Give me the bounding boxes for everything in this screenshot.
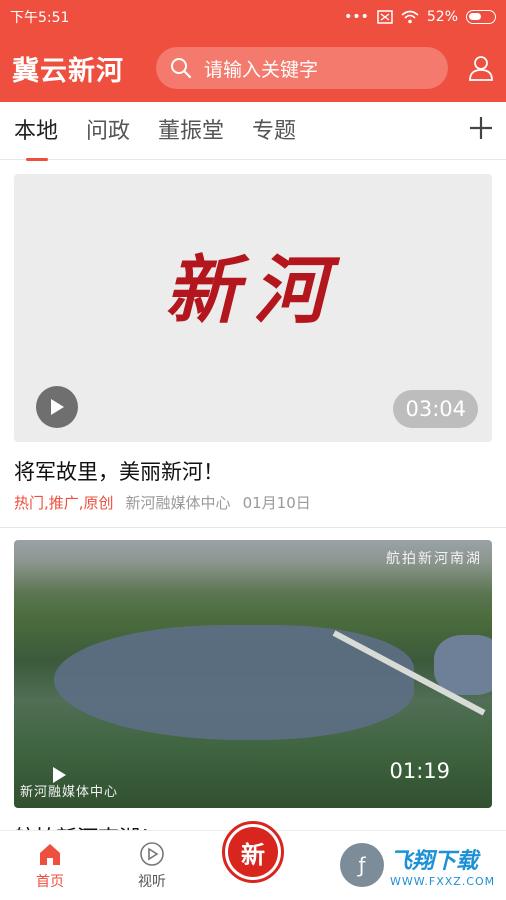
sim-icon xyxy=(377,10,393,24)
video-thumbnail[interactable]: 新河 03:04 xyxy=(14,174,492,442)
watermark-url: WWW.FXXZ.COM xyxy=(390,874,496,888)
center-logo-button[interactable]: 新 xyxy=(222,821,284,883)
lake-shape xyxy=(54,625,414,740)
status-bar: 下午5:51 ••• 52% xyxy=(0,0,506,34)
feed-item-date: 01月10日 xyxy=(242,494,311,512)
video-source-caption: 新河融媒体中心 xyxy=(20,785,119,800)
wifi-icon xyxy=(401,10,419,24)
video-duration: 03:04 xyxy=(393,390,478,428)
divider xyxy=(0,527,506,528)
nav-video-label: 视听 xyxy=(138,874,166,890)
video-caption: 航拍新河南湖 xyxy=(386,551,482,567)
feed-item-meta: 热门,推广,原创 新河融媒体中心 01月10日 xyxy=(14,492,492,513)
nav-home[interactable]: 首页 xyxy=(20,841,80,891)
nav-home-label: 首页 xyxy=(36,874,64,890)
add-icon[interactable] xyxy=(468,115,494,141)
feed-item-tags: 热门,推广,原创 xyxy=(14,494,114,512)
video-thumbnail[interactable]: 航拍新河南湖 新河融媒体中心 01:19 xyxy=(14,540,492,808)
app-header: 冀云新河 请输入关键字 xyxy=(0,34,506,102)
video-icon xyxy=(140,842,164,866)
tab-inquiry[interactable]: 问政 xyxy=(86,113,130,149)
feed-item-source: 新河融媒体中心 xyxy=(125,494,231,512)
feed-item-title[interactable]: 将军故里，美丽新河！ xyxy=(14,456,492,486)
bottom-navigation: 首页 视听 新 ƒ 飞翔下载 WWW.FXXZ.COM xyxy=(0,821,506,900)
video-duration: 01:19 xyxy=(389,759,450,783)
nav-video[interactable]: 视听 xyxy=(122,841,182,891)
category-tabs: 本地 问政 董振堂 专题 xyxy=(0,102,506,161)
search-icon xyxy=(171,58,192,79)
tab-local[interactable]: 本地 xyxy=(14,113,58,161)
feed-item[interactable]: 新河 03:04 将军故里，美丽新河！ 热门,推广,原创 新河融媒体中心 01月… xyxy=(0,174,506,528)
center-logo: 新 xyxy=(228,827,278,877)
news-feed: 新河 03:04 将军故里，美丽新河！ 热门,推广,原创 新河融媒体中心 01月… xyxy=(0,160,506,830)
watermark-text: 飞翔下载 xyxy=(390,848,479,874)
status-indicators: ••• 52% xyxy=(344,9,496,25)
tab-dong-zhentang[interactable]: 董振堂 xyxy=(158,113,224,149)
play-icon[interactable] xyxy=(50,766,68,784)
site-watermark: ƒ 飞翔下载 WWW.FXXZ.COM xyxy=(336,835,502,895)
play-icon xyxy=(51,399,64,415)
app-brand: 冀云新河 xyxy=(12,55,124,87)
lake-shape xyxy=(434,635,492,695)
status-time: 下午5:51 xyxy=(10,10,70,26)
feed-item[interactable]: 航拍新河南湖 新河融媒体中心 01:19 航拍新河南湖！ xyxy=(14,540,492,830)
battery-icon xyxy=(466,10,496,24)
play-button[interactable] xyxy=(36,386,78,428)
watermark-logo-icon: ƒ xyxy=(340,843,384,887)
search-bar[interactable]: 请输入关键字 xyxy=(156,47,448,89)
thumbnail-calligraphy: 新河 xyxy=(165,247,341,334)
search-placeholder: 请输入关键字 xyxy=(204,58,319,81)
more-dots-icon: ••• xyxy=(344,9,369,25)
user-icon[interactable] xyxy=(468,55,494,81)
home-icon xyxy=(40,844,60,865)
battery-percent: 52% xyxy=(426,9,458,25)
tab-topics[interactable]: 专题 xyxy=(252,113,296,149)
